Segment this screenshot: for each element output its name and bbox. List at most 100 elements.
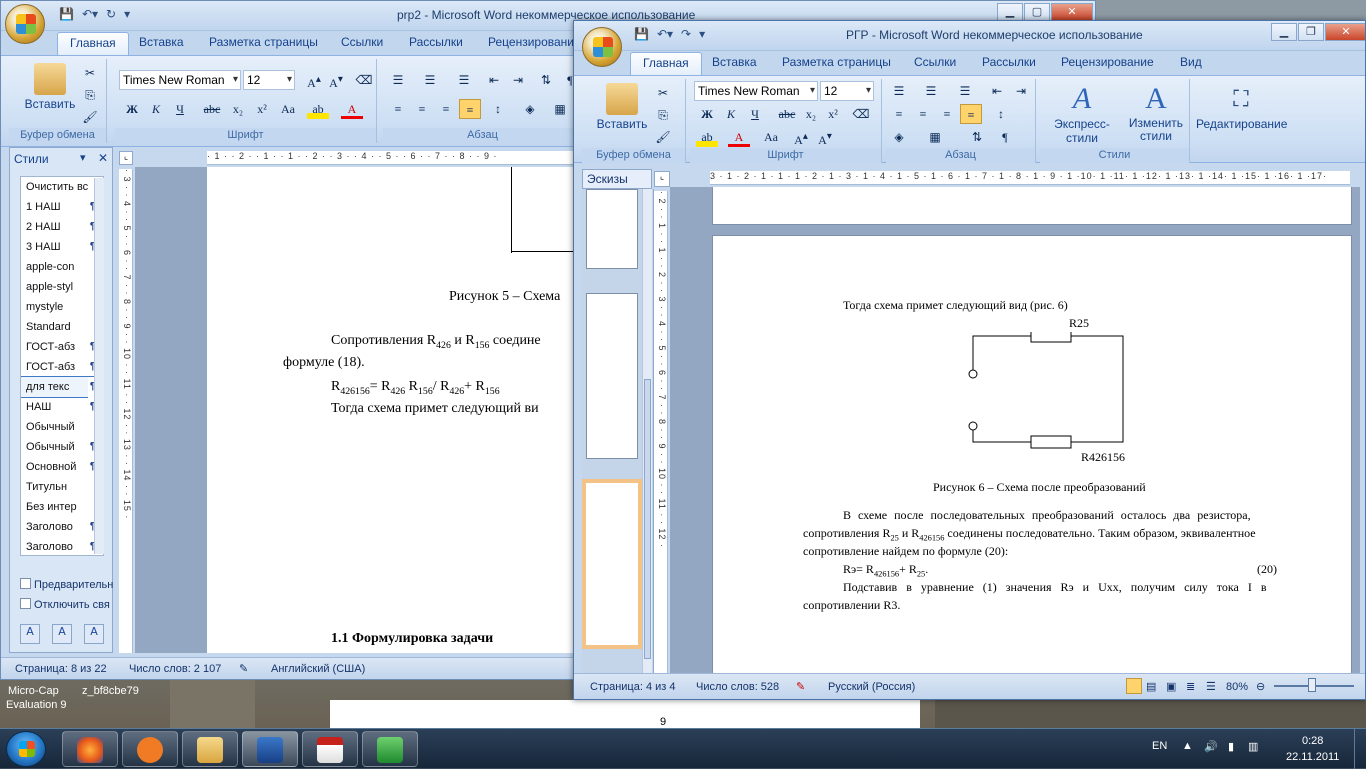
taskbar-word[interactable] xyxy=(242,731,298,767)
style-item[interactable]: Обычный¶a xyxy=(21,437,103,457)
decrease-indent-icon[interactable]: ⇤ xyxy=(483,70,505,90)
shrink-font-icon[interactable]: A▾ xyxy=(325,70,347,90)
style-item[interactable]: Заголово¶a xyxy=(21,537,103,555)
tray-device-icon[interactable]: ▮ xyxy=(1228,740,1234,753)
grow-font-icon[interactable]: A▴ xyxy=(790,127,812,147)
close-button[interactable]: ✕ xyxy=(1325,23,1365,41)
quick-styles-button[interactable]: A Экспресс-стили xyxy=(1042,83,1122,146)
shading-icon[interactable]: ◈ xyxy=(519,99,541,119)
align-right-icon[interactable]: ≡ xyxy=(936,104,958,124)
increase-indent-icon[interactable]: ⇥ xyxy=(1010,81,1032,101)
volume-icon[interactable]: 🔊 xyxy=(1204,740,1218,753)
clear-format-icon[interactable]: ⌫ xyxy=(850,104,872,124)
save-icon[interactable]: 💾 xyxy=(634,27,649,41)
style-item[interactable]: 2 НАШ¶a xyxy=(21,217,103,237)
tab-insert[interactable]: Вставка xyxy=(712,55,757,69)
full-screen-icon[interactable]: ▤ xyxy=(1146,675,1156,699)
thumbnails-scrollbar[interactable] xyxy=(642,189,652,694)
zoom-level[interactable]: 80% xyxy=(1226,675,1248,699)
align-center-icon[interactable]: ≡ xyxy=(411,99,433,119)
style-item[interactable]: 3 НАШ¶a xyxy=(21,237,103,257)
disable-linked-checkbox[interactable]: Отключить свя xyxy=(20,598,110,611)
tab-home[interactable]: Главная xyxy=(630,52,702,75)
taskbar-firefox[interactable] xyxy=(62,731,118,767)
shading-icon[interactable]: ◈ xyxy=(888,127,910,147)
new-style-icon[interactable]: A xyxy=(20,624,40,644)
taskbar-explorer[interactable] xyxy=(182,731,238,767)
document-page[interactable]: Тогда схема примет следующий вид (рис. 6… xyxy=(712,235,1352,673)
subscript-icon[interactable]: x₂ xyxy=(227,99,249,119)
style-item[interactable]: ГОСТ-абз¶a xyxy=(21,357,103,377)
bold-icon[interactable]: Ж xyxy=(121,99,143,119)
status-words[interactable]: Число слов: 528 xyxy=(696,675,779,699)
horizontal-ruler[interactable]: 3 · 1 · 2 · 1 · 1 · 1 · 2 · 1 · 3 · 1 · … xyxy=(710,171,1350,185)
redo-icon[interactable]: ↻ xyxy=(106,7,116,21)
tab-references[interactable]: Ссылки xyxy=(341,35,383,49)
maximize-button[interactable]: ▢ xyxy=(1024,3,1050,21)
numbering-icon[interactable]: ☰ xyxy=(920,81,942,101)
style-item[interactable]: Очистить вс xyxy=(21,177,103,197)
italic-icon[interactable]: К xyxy=(145,99,167,119)
status-language[interactable]: Английский (США) xyxy=(271,659,365,679)
page-thumbnail[interactable] xyxy=(586,293,638,459)
tab-page-layout[interactable]: Разметка страницы xyxy=(209,35,318,49)
style-item[interactable]: Основной¶a xyxy=(21,457,103,477)
tray-expand-icon[interactable]: ▲ xyxy=(1182,740,1193,752)
justify-icon[interactable]: ≡ xyxy=(459,99,481,119)
office-button[interactable] xyxy=(582,27,622,67)
numbering-icon[interactable]: ☰ xyxy=(419,70,441,90)
minimize-button[interactable]: ▁ xyxy=(1271,23,1297,41)
borders-icon[interactable]: ▦ xyxy=(924,127,946,147)
tab-view[interactable]: Вид xyxy=(1180,55,1202,69)
tab-review[interactable]: Рецензирование xyxy=(488,35,581,49)
vertical-ruler[interactable]: · 3 · · 4 · · 5 · · 6 · · 7 · · 8 · · 9 … xyxy=(119,169,133,653)
restore-button[interactable]: ❐ xyxy=(1298,23,1324,41)
style-item-selected[interactable]: для текс¶a xyxy=(21,376,103,398)
decrease-indent-icon[interactable]: ⇤ xyxy=(986,81,1008,101)
clock-time[interactable]: 0:28 xyxy=(1302,735,1323,747)
desktop-icon-label[interactable]: z_bf8cbe79 xyxy=(82,684,139,698)
style-item[interactable]: Титульн¶ xyxy=(21,477,103,497)
strikethrough-icon[interactable]: abc xyxy=(201,99,223,119)
strikethrough-icon[interactable]: abc xyxy=(776,104,798,124)
style-item[interactable]: ГОСТ-абз¶a xyxy=(21,337,103,357)
undo-icon[interactable]: ↶▾ xyxy=(657,27,673,41)
font-color-icon[interactable]: A xyxy=(341,99,363,119)
document-area[interactable]: Рисунок 5 – Схема Сопротивления R426 и R… xyxy=(135,167,581,653)
tab-home[interactable]: Главная xyxy=(57,32,129,55)
cut-icon[interactable]: ✂ xyxy=(652,83,674,103)
style-item[interactable]: Standard¶ xyxy=(21,317,103,337)
multilevel-list-icon[interactable]: ☰ xyxy=(453,70,475,90)
redo-icon[interactable]: ↷ xyxy=(681,27,691,41)
superscript-icon[interactable]: x² xyxy=(251,99,273,119)
font-name-combo[interactable]: Times New Roman xyxy=(694,81,818,101)
office-button[interactable] xyxy=(5,4,45,44)
minimize-button[interactable]: ▁ xyxy=(997,3,1023,21)
font-size-combo[interactable]: 12 xyxy=(243,70,295,90)
editing-button[interactable]: ⛶ Редактирование xyxy=(1196,83,1287,131)
highlight-icon[interactable]: ab xyxy=(307,99,329,119)
change-case-icon[interactable]: Aa xyxy=(760,127,782,147)
sort-icon[interactable]: ⇅ xyxy=(535,70,557,90)
copy-icon[interactable]: ⎘ xyxy=(652,105,674,125)
italic-icon[interactable]: К xyxy=(720,104,742,124)
save-icon[interactable]: 💾 xyxy=(59,7,74,21)
start-button[interactable] xyxy=(6,731,46,767)
taskbar-mail[interactable] xyxy=(122,731,178,767)
status-page[interactable]: Страница: 8 из 22 xyxy=(15,659,107,679)
tab-selector-icon[interactable]: ⌞ xyxy=(654,171,670,187)
sort-icon[interactable]: ⇅ xyxy=(966,127,988,147)
tab-selector-icon[interactable]: ⌞ xyxy=(119,151,133,165)
draft-icon[interactable]: ☰ xyxy=(1206,675,1216,699)
thumbnails-tab[interactable]: Эскизы xyxy=(582,169,652,189)
highlight-icon[interactable]: ab xyxy=(696,127,718,147)
status-words[interactable]: Число слов: 2 107 xyxy=(129,659,221,679)
tab-references[interactable]: Ссылки xyxy=(914,55,956,69)
status-language[interactable]: Русский (Россия) xyxy=(828,675,915,699)
format-painter-icon[interactable]: 🖌 xyxy=(79,107,101,127)
font-size-combo[interactable]: 12 xyxy=(820,81,874,101)
style-inspector-icon[interactable]: A xyxy=(52,624,72,644)
borders-icon[interactable]: ▦ xyxy=(549,99,571,119)
superscript-icon[interactable]: x² xyxy=(822,104,844,124)
style-item[interactable]: Обычный¶ xyxy=(21,417,103,437)
